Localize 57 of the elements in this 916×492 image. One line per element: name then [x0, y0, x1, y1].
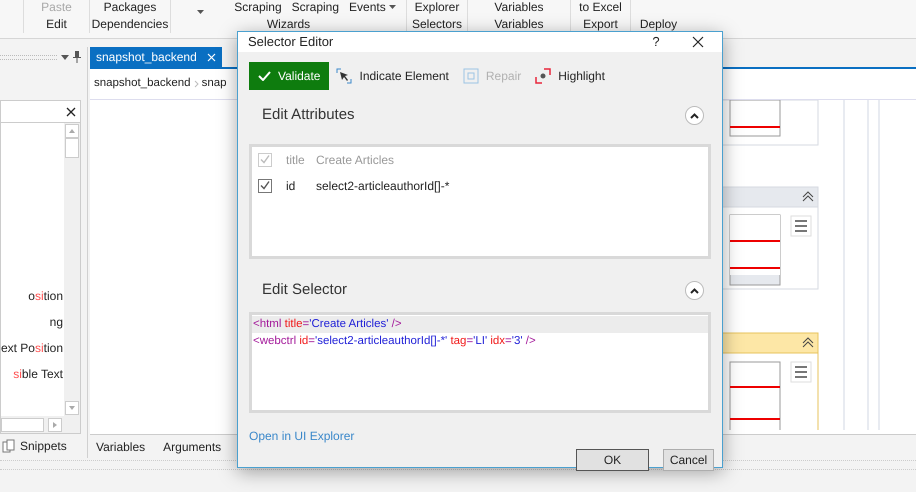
- cursor-icon: [336, 68, 352, 84]
- activity-item[interactable]: ext Position: [1, 341, 64, 355]
- collapse-button[interactable]: [685, 281, 704, 300]
- ribbon-button[interactable]: Scraping: [234, 0, 282, 14]
- checkbox[interactable]: [258, 178, 272, 192]
- ribbon-group-label: Selectors: [412, 17, 462, 31]
- attribute-value: Create Articles: [316, 152, 394, 168]
- copy-icon: [2, 439, 16, 453]
- chevron-icon: [194, 80, 199, 88]
- chevron-icon: [690, 112, 699, 118]
- target-icon: [535, 68, 552, 84]
- toolbar-button[interactable]: Highlight: [533, 62, 607, 90]
- ok-button[interactable]: OK: [576, 448, 649, 470]
- square-icon: [462, 68, 479, 84]
- cancel-button[interactable]: Cancel: [663, 448, 714, 470]
- ribbon-group-label: Edit: [46, 17, 67, 31]
- horizontal-scrollbar[interactable]: [1, 418, 44, 432]
- ribbon-button[interactable]: Variables: [494, 0, 544, 14]
- checkmark-icon: [258, 70, 271, 80]
- panel-tab[interactable]: Arguments: [163, 438, 222, 456]
- collapse-button[interactable]: [685, 106, 704, 125]
- snippets-tab[interactable]: Snippets: [20, 437, 67, 455]
- document-tab[interactable]: snapshot_backend: [90, 47, 222, 67]
- ribbon-button[interactable]: to Excel: [579, 0, 622, 14]
- activity-item[interactable]: ng: [1, 315, 64, 329]
- chevron-icon: [690, 288, 699, 294]
- ribbon-button[interactable]: Scraping: [292, 0, 340, 14]
- close-icon[interactable]: [66, 106, 76, 116]
- ribbon-button[interactable]: Packages: [104, 0, 156, 14]
- pin-icon[interactable]: [73, 51, 81, 63]
- toolbar-button[interactable]: Indicate Element: [334, 62, 451, 90]
- ribbon-button[interactable]: Explorer: [414, 0, 460, 14]
- attribute-value: select2-articleauthorId[]-*: [316, 178, 450, 194]
- activity-item[interactable]: sible Text: [1, 367, 64, 381]
- attribute-name: id: [286, 178, 296, 194]
- breadcrumb-item[interactable]: snap: [202, 75, 226, 93]
- ribbon-button[interactable]: Events: [349, 0, 396, 14]
- validate-button[interactable]: Validate: [249, 62, 330, 90]
- section-heading: Edit Attributes: [262, 105, 356, 126]
- ribbon-group-label: Wizards: [266, 17, 310, 31]
- dropdown-icon[interactable]: [61, 54, 69, 60]
- attribute-name: title: [286, 152, 306, 168]
- ribbon-group-label: Export: [583, 17, 618, 31]
- help-button[interactable]: ?: [646, 32, 666, 52]
- dropdown-button[interactable]: [197, 10, 204, 14]
- dialog-title: Selector Editor: [248, 33, 334, 51]
- section-heading: Edit Selector: [262, 280, 348, 300]
- ribbon-group-label: Deploy: [640, 17, 678, 31]
- close-icon[interactable]: [692, 36, 704, 48]
- scrollbar[interactable]: [64, 123, 80, 416]
- ribbon-group-label: Dependencies: [92, 17, 168, 31]
- activity-item[interactable]: osition: [1, 289, 64, 303]
- scroll-thumb[interactable]: [65, 138, 79, 158]
- ribbon-group-label: Variables: [494, 17, 544, 31]
- code-line: <webctrl id='select2-articleauthorId[]-*' tag='LI' idx='3' />: [252, 334, 537, 348]
- panel-tab[interactable]: Variables: [96, 438, 146, 456]
- breadcrumb-item[interactable]: snapshot_backend: [94, 75, 191, 93]
